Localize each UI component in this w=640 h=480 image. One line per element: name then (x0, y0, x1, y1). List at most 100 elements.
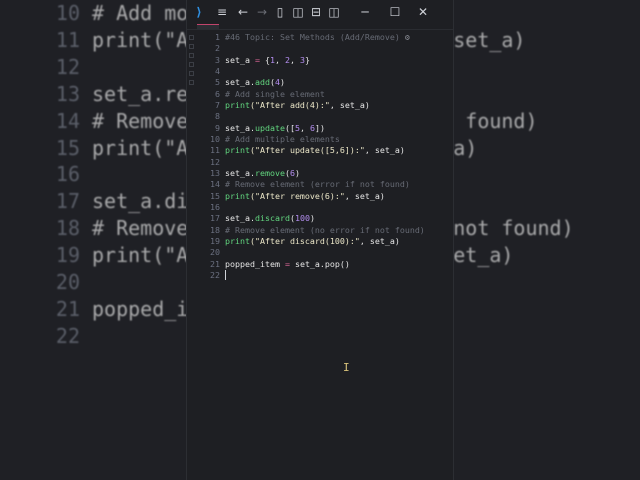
code-token: # Remove element (error if not found) (225, 179, 410, 190)
search-icon[interactable] (189, 44, 194, 49)
run-debug-icon[interactable] (189, 62, 194, 67)
code-token: remove (254, 167, 285, 178)
code-token: print (225, 99, 250, 110)
customize-layout-icon[interactable]: ▯ (271, 5, 289, 19)
line-number: 10 (210, 133, 220, 144)
extensions-icon[interactable] (189, 71, 194, 76)
menu-button[interactable]: ≡ (211, 5, 233, 19)
explorer-icon[interactable] (189, 35, 194, 40)
code-line: 8 (197, 111, 453, 122)
code-token: ) (279, 77, 285, 88)
code-token: print (225, 145, 250, 156)
line-number: 11 (210, 145, 220, 156)
forward-button[interactable]: → (253, 5, 271, 19)
code-line: 4 (197, 66, 453, 77)
code-token: discard (254, 213, 290, 224)
line-number: 16 (55, 162, 80, 187)
code-line: 20 (197, 247, 453, 258)
code-line: 12 (197, 157, 453, 168)
line-number: 17 (55, 189, 80, 214)
background-code-line: 16 (0, 161, 92, 188)
code-line: 9 set_a.update([5, 6]) (197, 123, 453, 134)
line-number: 21 (55, 296, 80, 321)
editor-tab[interactable] (197, 24, 219, 29)
line-text: # Add mo (92, 1, 189, 25)
code-token: , (289, 54, 300, 65)
code-token: set_a. (225, 167, 255, 178)
line-number: 9 (215, 122, 220, 133)
code-token: ("After update([5,6]):" (249, 145, 365, 156)
code-token: # Remove element (no error if not found) (225, 224, 425, 235)
code-token: # Add multiple elements (225, 133, 340, 144)
code-line: 21 popped_item = set_a.pop() (197, 259, 453, 270)
line-number: 22 (55, 323, 80, 348)
code-token: #46 Topic: Set Methods (Add/Remove) (225, 32, 400, 42)
code-token: ]) (314, 122, 325, 133)
line-number: 21 (210, 258, 220, 269)
testing-icon[interactable] (189, 80, 194, 85)
code-token: 100 (294, 213, 310, 224)
code-token: set_a. (225, 77, 255, 88)
line-number: 19 (55, 243, 80, 268)
maximize-button[interactable]: ☐ (381, 5, 409, 19)
code-line: 18 # Remove element (no error if not foun… (197, 225, 453, 236)
code-line: 15 print("After remove(6):", set_a) (197, 191, 453, 202)
line-number: 13 (210, 167, 220, 178)
code-token: ([ (284, 122, 295, 133)
code-token: , (274, 54, 285, 65)
line-number: 17 (210, 213, 220, 224)
line-number: 16 (210, 201, 220, 212)
code-token: , set_a) (344, 190, 385, 201)
code-line: 17 set_a.discard(100) (197, 213, 453, 224)
code-token: add (254, 77, 270, 88)
background-code-line: 10 # Add mo (0, 0, 188, 27)
code-token: set_a. (225, 213, 255, 224)
code-token: print (225, 235, 250, 246)
code-token: print (225, 190, 250, 201)
vscode-logo-icon: ⟩ (196, 5, 202, 19)
line-number: 12 (210, 156, 220, 167)
code-token: update (254, 122, 285, 133)
code-token: ) (309, 213, 315, 224)
code-editor[interactable]: 1 #46 Topic: Set Methods (Add/Remove) ⚙ 2 3… (197, 32, 453, 281)
code-token: { (259, 54, 270, 65)
code-token: ("After add(4):" (249, 99, 330, 110)
title-bar: ⟩ ≡ ← → ▯ ◫ ⊟ ◫ ─ ☐ ✕ (187, 0, 453, 24)
code-line: 7 print("After add(4):", set_a) (197, 100, 453, 111)
code-line: 10 # Add multiple elements (197, 134, 453, 145)
line-number: 4 (215, 65, 220, 76)
line-number: 15 (210, 190, 220, 201)
line-number: 10 (55, 1, 80, 25)
toggle-panel-icon[interactable]: ⊟ (307, 5, 325, 19)
line-number: 12 (55, 54, 80, 79)
background-code-line: 20 (0, 269, 92, 296)
mouse-text-cursor-icon: I (343, 361, 350, 374)
code-token: , set_a) (329, 99, 370, 110)
toggle-secondary-sidebar-icon[interactable]: ◫ (325, 5, 343, 19)
line-number: 11 (55, 27, 80, 52)
source-control-icon[interactable] (189, 53, 194, 58)
code-line: 1 #46 Topic: Set Methods (Add/Remove) ⚙ (197, 32, 453, 43)
background-code-line: 22 (0, 323, 92, 350)
minimize-button[interactable]: ─ (349, 5, 381, 19)
gear-icon[interactable]: ⚙ (400, 32, 410, 42)
close-button[interactable]: ✕ (409, 5, 437, 19)
code-line: 16 (197, 202, 453, 213)
code-line: 19 print("After discard(100):", set_a) (197, 236, 453, 247)
back-button[interactable]: ← (233, 5, 253, 19)
code-token: , (299, 122, 310, 133)
code-token: ("After remove(6):" (249, 190, 345, 201)
code-token: set_a (225, 54, 255, 65)
line-number: 2 (215, 43, 220, 54)
line-number: 5 (215, 77, 220, 88)
line-number: 3 (215, 54, 220, 65)
code-line: 11 print("After update([5,6]):", set_a) (197, 145, 453, 156)
line-number: 13 (55, 81, 80, 106)
line-number: 15 (55, 135, 80, 160)
vscode-window: ⟩ ≡ ← → ▯ ◫ ⊟ ◫ ─ ☐ ✕ 1 #46 Topic: Set Me… (186, 0, 454, 480)
code-token: , set_a) (364, 145, 405, 156)
toggle-primary-sidebar-icon[interactable]: ◫ (289, 5, 307, 19)
line-number: 7 (215, 99, 220, 110)
line-number: 20 (210, 247, 220, 258)
line-number: 14 (210, 179, 220, 190)
